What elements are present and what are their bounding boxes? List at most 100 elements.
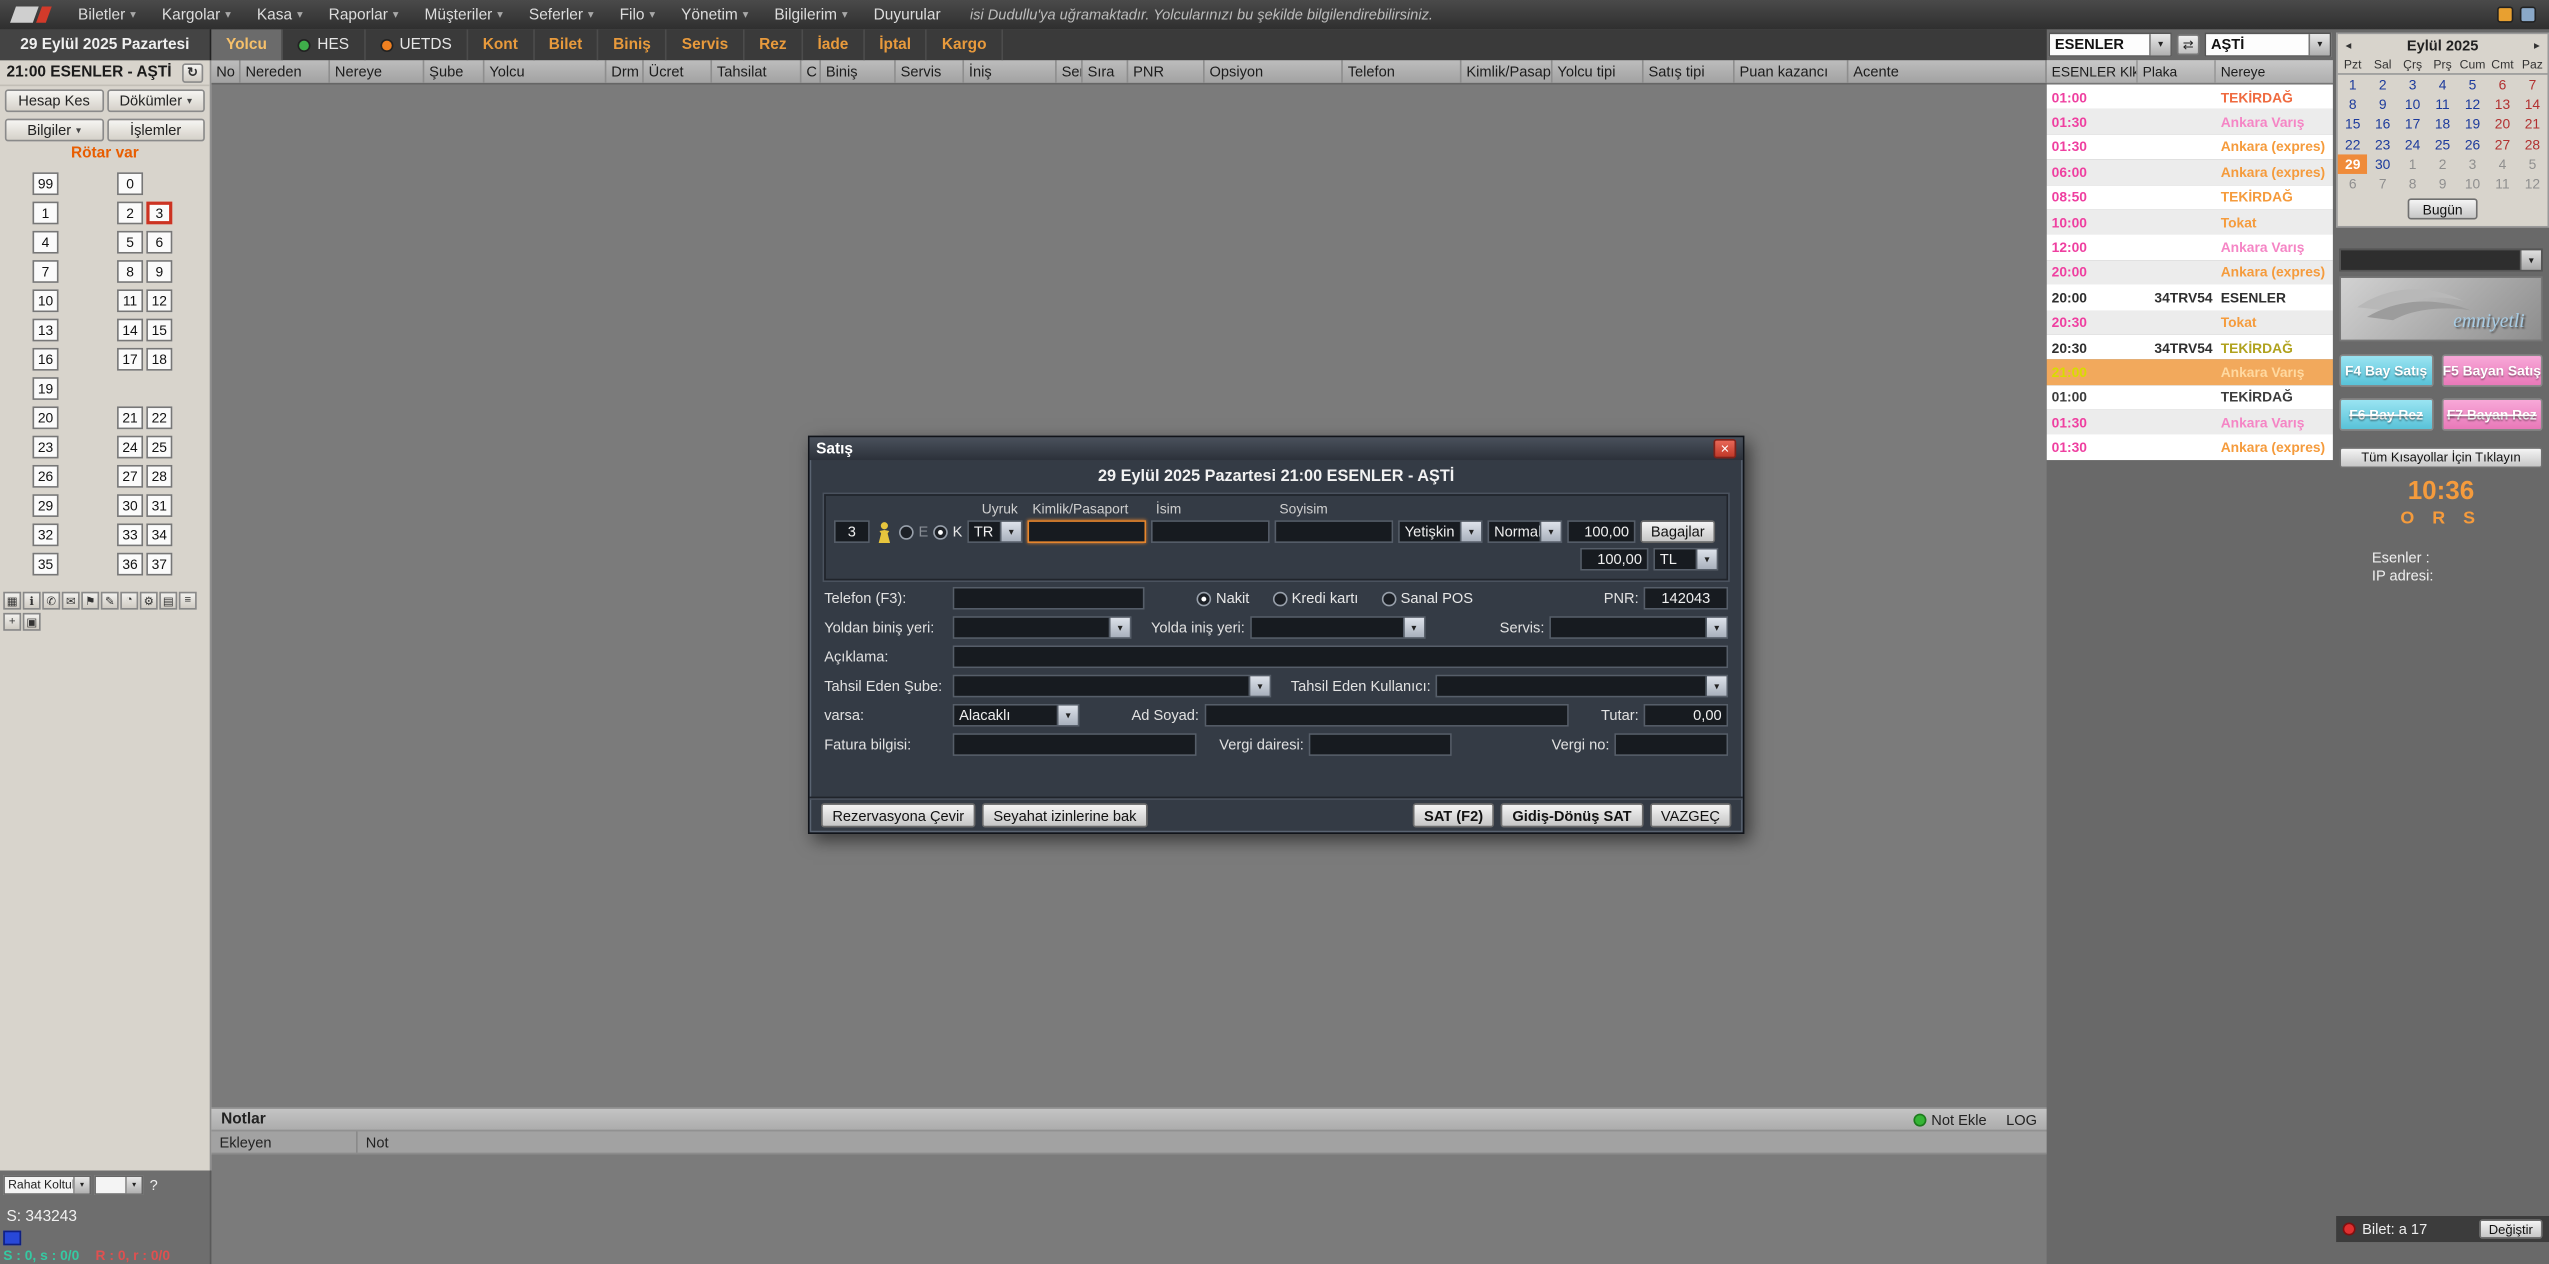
clock-icon[interactable]: ◔ [120, 592, 138, 610]
nationality-select[interactable]: TR ▾ [967, 520, 1022, 543]
note-input[interactable] [953, 645, 1728, 668]
column-header-opsiyon[interactable]: Opsiyon [1205, 60, 1343, 83]
seat-35[interactable]: 35 [33, 553, 59, 576]
schedule-row[interactable]: 01:00TEKİRDAĞ [2047, 385, 2333, 410]
menu-icon[interactable]: ≡ [179, 592, 197, 610]
amount-input[interactable]: 0,00 [1644, 704, 1729, 727]
seat-13[interactable]: 13 [33, 319, 59, 342]
chevron-down-icon[interactable]: ▾ [1460, 522, 1481, 542]
calendar-day-10[interactable]: 10 [2398, 95, 2428, 115]
schedule-row[interactable]: 01:30Ankara (expres) [2047, 135, 2333, 160]
calendar-day-12[interactable]: 12 [2458, 95, 2488, 115]
calendar-day-7[interactable]: 7 [2517, 75, 2547, 95]
payment-card-radio[interactable] [1272, 591, 1287, 606]
seat-37[interactable]: 37 [146, 553, 172, 576]
seat-22[interactable]: 22 [146, 406, 172, 429]
list-icon[interactable]: ▤ [159, 592, 177, 610]
passenger-type-select[interactable]: Yetişkin ▾ [1398, 520, 1483, 543]
creditor-select[interactable]: Alacaklı ▾ [953, 704, 1080, 727]
calendar-day-8[interactable]: 8 [2398, 174, 2428, 194]
column-header-i-ni[interactable]: İniş [964, 60, 1057, 83]
seat-0[interactable]: 0 [117, 172, 143, 195]
payment-cash-radio[interactable] [1197, 591, 1212, 606]
app-logo-icon[interactable] [13, 7, 49, 23]
all-shortcuts-button[interactable]: Tüm Kısayollar İçin Tıklayın [2339, 447, 2542, 468]
calendar-day-2[interactable]: 2 [2428, 154, 2458, 174]
chevron-down-icon[interactable]: ▾ [1696, 549, 1717, 569]
seat-number-field[interactable]: 3 [834, 520, 870, 543]
calendar-day-28[interactable]: 28 [2517, 134, 2547, 154]
tab-i-ade[interactable]: İade [803, 29, 865, 60]
seat-99[interactable]: 99 [33, 172, 59, 195]
calendar-day-18[interactable]: 18 [2428, 114, 2458, 134]
chevron-down-icon[interactable]: ▾ [2308, 34, 2329, 55]
to-station-select[interactable]: AŞTİ ▾ [2204, 33, 2331, 57]
seat-29[interactable]: 29 [33, 494, 59, 517]
seat-3[interactable]: 3 [146, 202, 172, 225]
baggage-button[interactable]: Bagajlar [1640, 520, 1715, 543]
seat-25[interactable]: 25 [146, 436, 172, 459]
alighting-select[interactable]: ▾ [1250, 616, 1426, 639]
seat-11[interactable]: 11 [117, 289, 143, 312]
dialog-titlebar[interactable]: Satış × [810, 437, 1743, 460]
calendar-day-21[interactable]: 21 [2517, 114, 2547, 134]
seat-23[interactable]: 23 [33, 436, 59, 459]
cancel-button[interactable]: VAZGEÇ [1650, 803, 1732, 827]
seat-8[interactable]: 8 [117, 260, 143, 283]
column-header-nereye[interactable]: Nereye [330, 60, 424, 83]
seat-type-select[interactable]: Rahat Koltuk ▾ [3, 1175, 91, 1195]
gear-icon[interactable]: ⚙ [140, 592, 158, 610]
column-header-acente[interactable]: Acente [1848, 60, 2046, 83]
chevron-down-icon[interactable]: ▾ [2520, 250, 2541, 270]
seat-7[interactable]: 7 [33, 260, 59, 283]
seatmap-icon[interactable]: ▦ [3, 592, 21, 610]
collect-branch-select[interactable]: ▾ [953, 675, 1272, 698]
column-header-s-ra[interactable]: Sıra [1083, 60, 1129, 83]
tab-bini[interactable]: Biniş [599, 29, 668, 60]
calendar-day-25[interactable]: 25 [2428, 134, 2458, 154]
collect-user-select[interactable]: ▾ [1436, 675, 1729, 698]
chevron-down-icon[interactable]: ▾ [1109, 618, 1130, 638]
calendar-day-15[interactable]: 15 [2338, 114, 2368, 134]
menu-y-netim[interactable]: Yönetim▾ [668, 6, 761, 24]
edit-icon[interactable]: ✎ [101, 592, 119, 610]
seat-4[interactable]: 4 [33, 231, 59, 254]
calendar-day-4[interactable]: 4 [2428, 75, 2458, 95]
tab-yolcu[interactable]: Yolcu [211, 29, 283, 60]
column-header-c[interactable]: C [801, 60, 821, 83]
calendar-day-8[interactable]: 8 [2338, 95, 2368, 115]
from-station-select[interactable]: ESENLER ▾ [2048, 33, 2172, 57]
schedule-row[interactable]: 01:00TEKİRDAĞ [2047, 85, 2333, 110]
add-icon[interactable]: + [3, 613, 21, 631]
creditor-name-input[interactable] [1204, 704, 1568, 727]
calendar-day-3[interactable]: 3 [2398, 75, 2428, 95]
calendar-day-9[interactable]: 9 [2368, 95, 2398, 115]
menu-bilgilerim[interactable]: Bilgilerim▾ [761, 6, 860, 24]
calendar-day-6[interactable]: 6 [2338, 174, 2368, 194]
column-header-bini[interactable]: Biniş [821, 60, 896, 83]
flag-icon[interactable]: ⚑ [81, 592, 99, 610]
phone-input[interactable] [953, 587, 1145, 610]
calendar-day-12[interactable]: 12 [2517, 174, 2547, 194]
seat-20[interactable]: 20 [33, 406, 59, 429]
menu-seferler[interactable]: Seferler▾ [516, 6, 607, 24]
refresh-icon[interactable]: ↻ [182, 63, 203, 83]
calendar-next-icon[interactable]: ▸ [2526, 38, 2547, 51]
calendar-day-30[interactable]: 30 [2368, 154, 2398, 174]
roundtrip-sell-button[interactable]: Gidiş-Dönüş SAT [1501, 803, 1643, 827]
calendar-day-7[interactable]: 7 [2368, 174, 2398, 194]
tab-bilet[interactable]: Bilet [534, 29, 598, 60]
column-header-kimlik-pasaport[interactable]: Kimlik/Pasaport [1462, 60, 1553, 83]
calendar-day-4[interactable]: 4 [2487, 154, 2517, 174]
invoice-input[interactable] [953, 733, 1197, 756]
menu-kargolar[interactable]: Kargolar▾ [149, 6, 244, 24]
calendar-day-11[interactable]: 11 [2487, 174, 2517, 194]
f4-male-sale-button[interactable]: F4 Bay Satış [2339, 354, 2433, 387]
seat-21[interactable]: 21 [117, 406, 143, 429]
panel-icon[interactable]: ▣ [23, 613, 41, 631]
column-header-drm[interactable]: Drm [606, 60, 643, 83]
sell-button[interactable]: SAT (F2) [1413, 803, 1495, 827]
schedule-row[interactable]: 20:3034TRV54TEKİRDAĞ [2047, 335, 2333, 360]
menu-biletler[interactable]: Biletler▾ [65, 6, 149, 24]
schedule-row[interactable]: 12:00Ankara Varış [2047, 235, 2333, 260]
